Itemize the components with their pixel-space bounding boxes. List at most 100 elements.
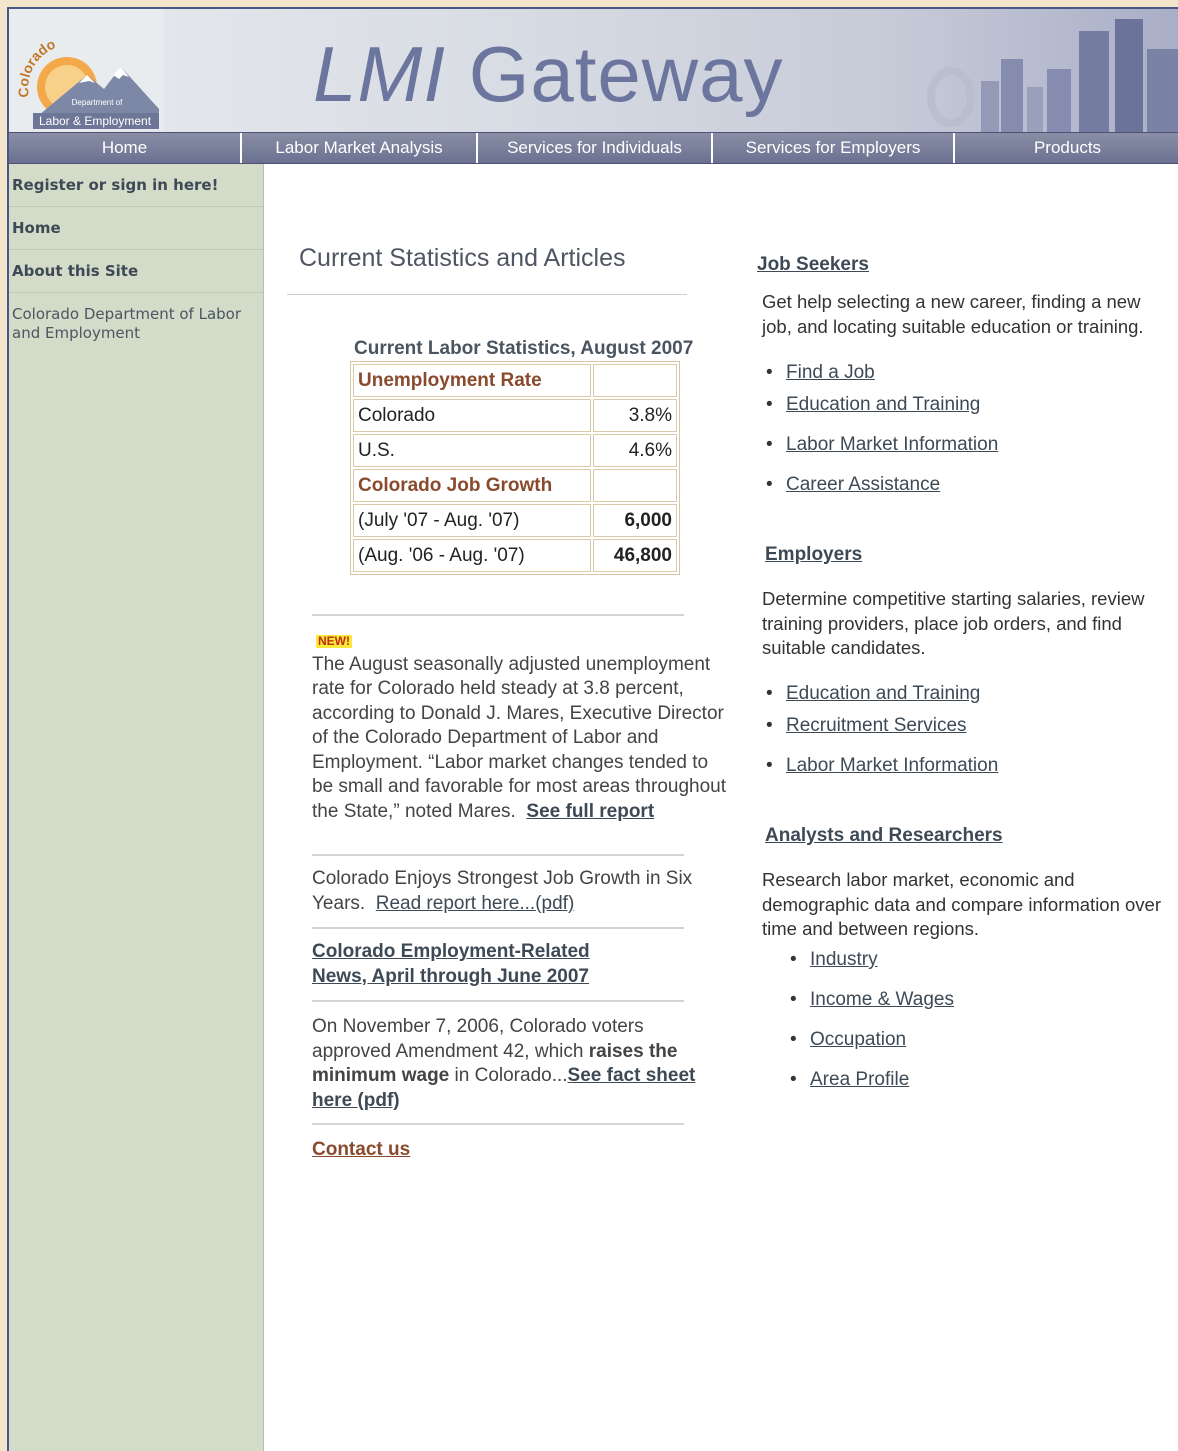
- table-cell-label: (Aug. '06 - Aug. '07): [353, 539, 591, 572]
- sidebar-register-link[interactable]: Register or sign in here!: [9, 164, 263, 207]
- page-heading: Current Statistics and Articles: [299, 244, 626, 272]
- read-report-link[interactable]: Read report here...(pdf): [376, 893, 575, 914]
- job-seekers-desc-line: job, and locating suitable education or …: [762, 315, 1144, 337]
- divider: [312, 1123, 684, 1125]
- list-item: Education and Training: [760, 683, 998, 715]
- nav-products[interactable]: Products: [955, 133, 1178, 163]
- employers-heading-link[interactable]: Employers: [765, 544, 862, 566]
- divider: [312, 1000, 684, 1002]
- table-cell-empty: [593, 469, 677, 502]
- employers-description: Determine competitive starting salaries,…: [762, 587, 1144, 661]
- article-unemployment: NEW! The August seasonally adjusted unem…: [312, 628, 732, 824]
- table-cell-empty: [593, 364, 677, 397]
- list-item: Occupation: [784, 1029, 954, 1069]
- table-row: U.S. 4.6%: [353, 434, 677, 467]
- main-nav: Home Labor Market Analysis Services for …: [9, 132, 1178, 164]
- labor-statistics-table: Unemployment Rate Colorado 3.8% U.S. 4.6…: [350, 361, 680, 575]
- analysts-desc-line: time and between regions.: [762, 918, 979, 939]
- article-minimum-wage-text-b: in Colorado...: [449, 1065, 568, 1086]
- employers-desc-line: Determine competitive starting salaries,…: [762, 588, 1145, 609]
- see-full-report-link[interactable]: See full report: [526, 801, 654, 822]
- table-row: Colorado Job Growth: [353, 469, 677, 502]
- list-item: Career Assistance: [760, 474, 998, 506]
- employment-news-link[interactable]: Colorado Employment-Related News, April t…: [312, 941, 590, 987]
- table-row: Unemployment Rate: [353, 364, 677, 397]
- employment-news-link-line1: Colorado Employment-Related: [312, 941, 590, 962]
- list-item: Labor Market Information: [760, 434, 998, 474]
- nav-services-for-individuals[interactable]: Services for Individuals: [478, 133, 713, 163]
- page-frame: Colorado Department of Labor & Employmen…: [7, 7, 1178, 1451]
- article-employment-news: Colorado Employment-Related News, April t…: [312, 940, 732, 989]
- employers-links: Education and Training Recruitment Servi…: [760, 683, 998, 787]
- sidebar-dept-name: Colorado Department of Labor and Employm…: [12, 305, 241, 342]
- job-seekers-links: Find a Job Education and Training Labor …: [760, 362, 998, 506]
- analysts-desc-line: Research labor market, economic and: [762, 869, 1075, 890]
- table-cell-value: 3.8%: [593, 399, 677, 432]
- sidebar-about-link[interactable]: About this Site: [9, 250, 263, 293]
- unemployment-rate-header: Unemployment Rate: [353, 364, 591, 397]
- labor-market-info-link[interactable]: Labor Market Information: [786, 434, 998, 455]
- employment-news-link-line2: News, April through June 2007: [312, 965, 589, 987]
- list-item: Recruitment Services: [760, 715, 998, 755]
- new-badge: NEW!: [316, 634, 352, 648]
- contact-section: Contact us: [312, 1138, 732, 1163]
- occupation-link[interactable]: Occupation: [810, 1029, 906, 1050]
- logo-dept-text: Department of: [72, 98, 123, 107]
- area-profile-link[interactable]: Area Profile: [810, 1069, 909, 1090]
- denver-skyline-graphic: [927, 19, 1178, 132]
- nav-labor-market-analysis[interactable]: Labor Market Analysis: [242, 133, 478, 163]
- sidebar: Register or sign in here! Home About thi…: [9, 164, 264, 1451]
- sidebar-home-link[interactable]: Home: [9, 207, 263, 250]
- table-cell-value: 46,800: [593, 539, 677, 572]
- table-row: (July '07 - Aug. '07) 6,000: [353, 504, 677, 537]
- table-cell-value: 6,000: [593, 504, 677, 537]
- logo-name-text: Labor & Employment: [39, 114, 152, 128]
- list-item: Education and Training: [760, 394, 998, 434]
- employers-desc-line: training providers, place job orders, an…: [762, 612, 1122, 634]
- heading-divider: [287, 294, 687, 295]
- industry-link[interactable]: Industry: [810, 949, 878, 970]
- career-assistance-link[interactable]: Career Assistance: [786, 474, 940, 495]
- article-unemployment-text: The August seasonally adjusted unemploym…: [312, 653, 727, 822]
- colorado-cdle-logo[interactable]: Colorado Department of Labor & Employmen…: [9, 9, 164, 130]
- nav-home[interactable]: Home: [9, 133, 242, 163]
- find-a-job-link[interactable]: Find a Job: [786, 362, 875, 383]
- list-item: Industry: [784, 949, 954, 989]
- education-training-link[interactable]: Education and Training: [786, 394, 980, 415]
- list-item: Area Profile: [784, 1069, 954, 1101]
- table-row: (Aug. '06 - Aug. '07) 46,800: [353, 539, 677, 572]
- analysts-heading-link[interactable]: Analysts and Researchers: [765, 825, 1003, 847]
- job-seekers-description: Get help selecting a new career, finding…: [762, 290, 1144, 339]
- site-title-lmi: LMI: [313, 30, 447, 118]
- divider: [312, 854, 684, 856]
- job-seekers-desc-line: Get help selecting a new career, finding…: [762, 291, 1141, 312]
- stats-caption: Current Labor Statistics, August 2007: [354, 338, 694, 359]
- employers-desc-line: suitable candidates.: [762, 637, 926, 658]
- table-row: Colorado 3.8%: [353, 399, 677, 432]
- site-header: Colorado Department of Labor & Employmen…: [9, 9, 1178, 132]
- employer-education-training-link[interactable]: Education and Training: [786, 683, 980, 704]
- employer-labor-market-info-link[interactable]: Labor Market Information: [786, 755, 998, 776]
- nav-services-for-employers[interactable]: Services for Employers: [713, 133, 955, 163]
- list-item: Find a Job: [760, 362, 998, 394]
- job-seekers-heading-link[interactable]: Job Seekers: [757, 254, 869, 276]
- table-cell-label: (July '07 - Aug. '07): [353, 504, 591, 537]
- table-cell-value: 4.6%: [593, 434, 677, 467]
- divider: [312, 927, 684, 929]
- article-job-growth: Colorado Enjoys Strongest Job Growth in …: [312, 867, 732, 916]
- analysts-links: Industry Income & Wages Occupation Area …: [784, 949, 954, 1101]
- contact-us-link[interactable]: Contact us: [312, 1139, 410, 1160]
- table-cell-label: U.S.: [353, 434, 591, 467]
- analysts-description: Research labor market, economic and demo…: [762, 868, 1161, 942]
- table-cell-label: Colorado: [353, 399, 591, 432]
- list-item: Income & Wages: [784, 989, 954, 1029]
- income-wages-link[interactable]: Income & Wages: [810, 989, 954, 1010]
- article-minimum-wage: On November 7, 2006, Colorado voters app…: [312, 1015, 712, 1113]
- job-growth-header: Colorado Job Growth: [353, 469, 591, 502]
- analysts-desc-line: demographic data and compare information…: [762, 893, 1162, 915]
- list-item: Labor Market Information: [760, 755, 998, 787]
- site-title: LMI Gateway: [313, 29, 784, 119]
- recruitment-services-link[interactable]: Recruitment Services: [786, 715, 967, 736]
- divider: [312, 614, 684, 616]
- site-title-gateway: Gateway: [446, 30, 784, 118]
